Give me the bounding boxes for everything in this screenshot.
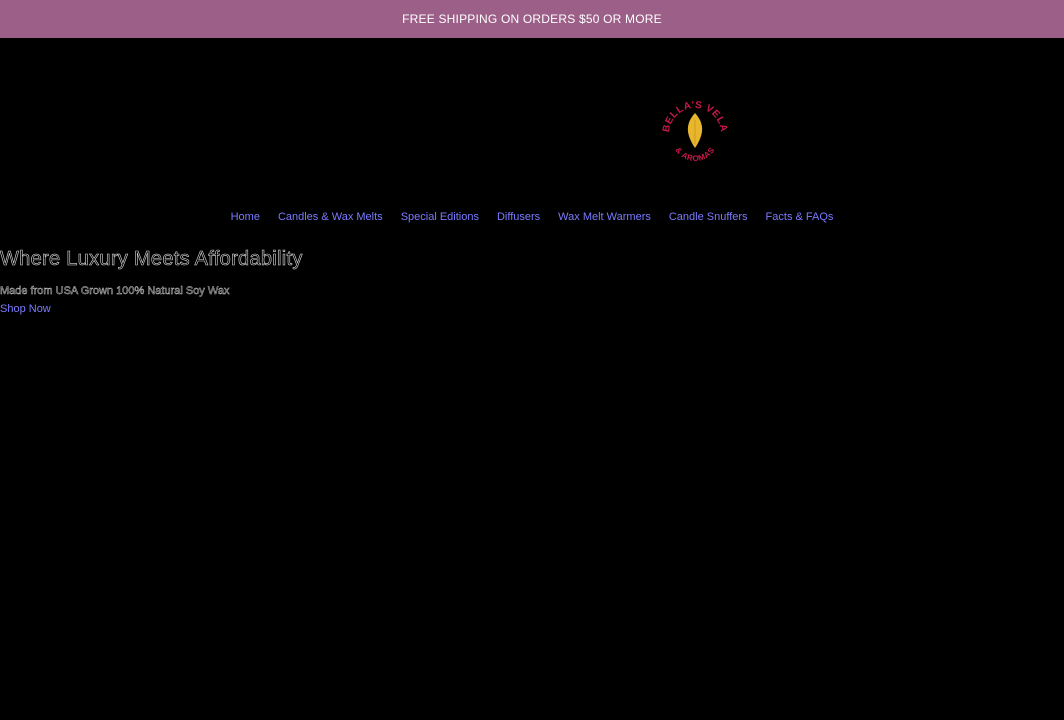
flame-icon bbox=[687, 113, 703, 148]
announcement-text: FREE SHIPPING ON ORDERS $50 OR MORE bbox=[402, 12, 662, 26]
nav-item-diffusers[interactable]: Diffusers bbox=[497, 211, 540, 223]
nav-item-candle-snuffers[interactable]: Candle Snuffers bbox=[669, 211, 748, 223]
svg-text:& AROMAS: & AROMAS bbox=[673, 145, 716, 163]
logo-text-bottom: & AROMAS bbox=[673, 145, 716, 163]
nav-item-wax-melt-warmers[interactable]: Wax Melt Warmers bbox=[558, 211, 651, 223]
nav-item-home[interactable]: Home bbox=[231, 211, 260, 223]
hero-subtitle: Made from USA Grown 100% Natural Soy Wax bbox=[0, 285, 230, 297]
brand-logo: BELLA'S VELA & AROMAS bbox=[661, 100, 729, 163]
announcement-bar: FREE SHIPPING ON ORDERS $50 OR MORE bbox=[0, 0, 1064, 38]
brand-logo-link[interactable]: BELLA'S VELA & AROMAS bbox=[660, 98, 730, 164]
nav-item-special-editions[interactable]: Special Editions bbox=[401, 211, 479, 223]
shop-now-link[interactable]: Shop Now bbox=[0, 303, 51, 315]
nav-item-candles-wax-melts[interactable]: Candles & Wax Melts bbox=[278, 211, 383, 223]
nav-item-facts-faqs[interactable]: Facts & FAQs bbox=[766, 211, 834, 223]
hero-title: Where Luxury Meets Affordability bbox=[0, 248, 303, 271]
main-nav: Home Candles & Wax Melts Special Edition… bbox=[0, 211, 1064, 223]
